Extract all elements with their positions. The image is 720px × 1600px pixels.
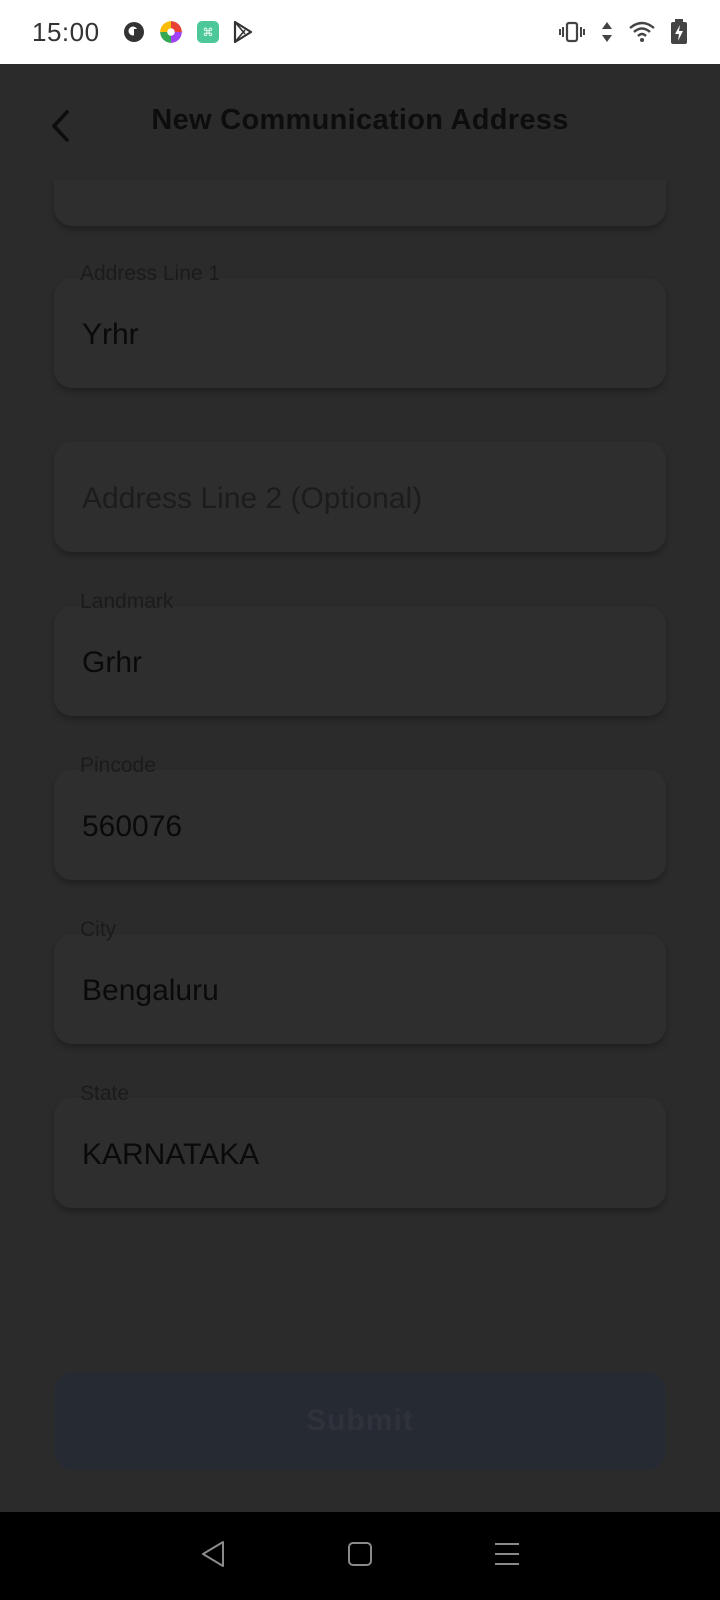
state-label: State [80, 1082, 130, 1105]
submit-label: Submit [306, 1404, 414, 1437]
data-arrows-icon [600, 20, 614, 44]
address-line-1-field[interactable]: Address Line 1 Yrhr [54, 262, 666, 388]
pincode-field[interactable]: Pincode 560076 [54, 754, 666, 880]
submit-button[interactable]: Submit [54, 1372, 666, 1470]
page-title: New Communication Address [151, 104, 569, 136]
play-store-icon [232, 20, 254, 44]
landmark-field[interactable]: Landmark Grhr [54, 590, 666, 716]
app-p-icon [122, 20, 146, 44]
wifi-icon [628, 20, 656, 44]
city-value: Bengaluru [82, 974, 219, 1007]
nav-home-button[interactable] [330, 1526, 390, 1586]
address-line-1-value: Yrhr [82, 318, 139, 351]
city-label: City [80, 918, 117, 941]
nav-back-button[interactable] [183, 1526, 243, 1586]
address-line-2-field[interactable]: Address Line 2 (Optional) [54, 442, 666, 552]
app-header: New Communication Address [0, 64, 720, 188]
nav-bar [0, 1512, 720, 1600]
state-field[interactable]: State KARNATAKA [54, 1082, 666, 1208]
calculator-icon: ⌘ [196, 20, 220, 44]
nav-back-icon [200, 1539, 226, 1574]
battery-charging-icon [670, 19, 688, 45]
nav-menu-button[interactable] [477, 1526, 537, 1586]
status-right-icons [558, 19, 688, 45]
landmark-value: Grhr [82, 646, 142, 679]
city-field[interactable]: City Bengaluru [54, 918, 666, 1044]
app-screen: New Communication Address Address Line 1… [0, 64, 720, 1512]
address-line-1-label: Address Line 1 [80, 262, 221, 285]
status-bar: 15:00 ⌘ [0, 0, 720, 64]
photos-icon [158, 19, 184, 45]
field-partial-hidden[interactable] [54, 180, 666, 226]
status-app-icons: ⌘ [122, 19, 254, 45]
nav-home-icon [347, 1541, 373, 1572]
landmark-label: Landmark [80, 590, 174, 613]
pincode-label: Pincode [80, 754, 156, 777]
address-line-2-placeholder: Address Line 2 (Optional) [82, 482, 423, 515]
nav-menu-icon [493, 1541, 521, 1572]
status-time: 15:00 [32, 16, 100, 47]
svg-text:⌘: ⌘ [202, 26, 213, 39]
state-value: KARNATAKA [82, 1138, 260, 1171]
pincode-value: 560076 [82, 810, 183, 843]
vibrate-icon [558, 20, 586, 44]
